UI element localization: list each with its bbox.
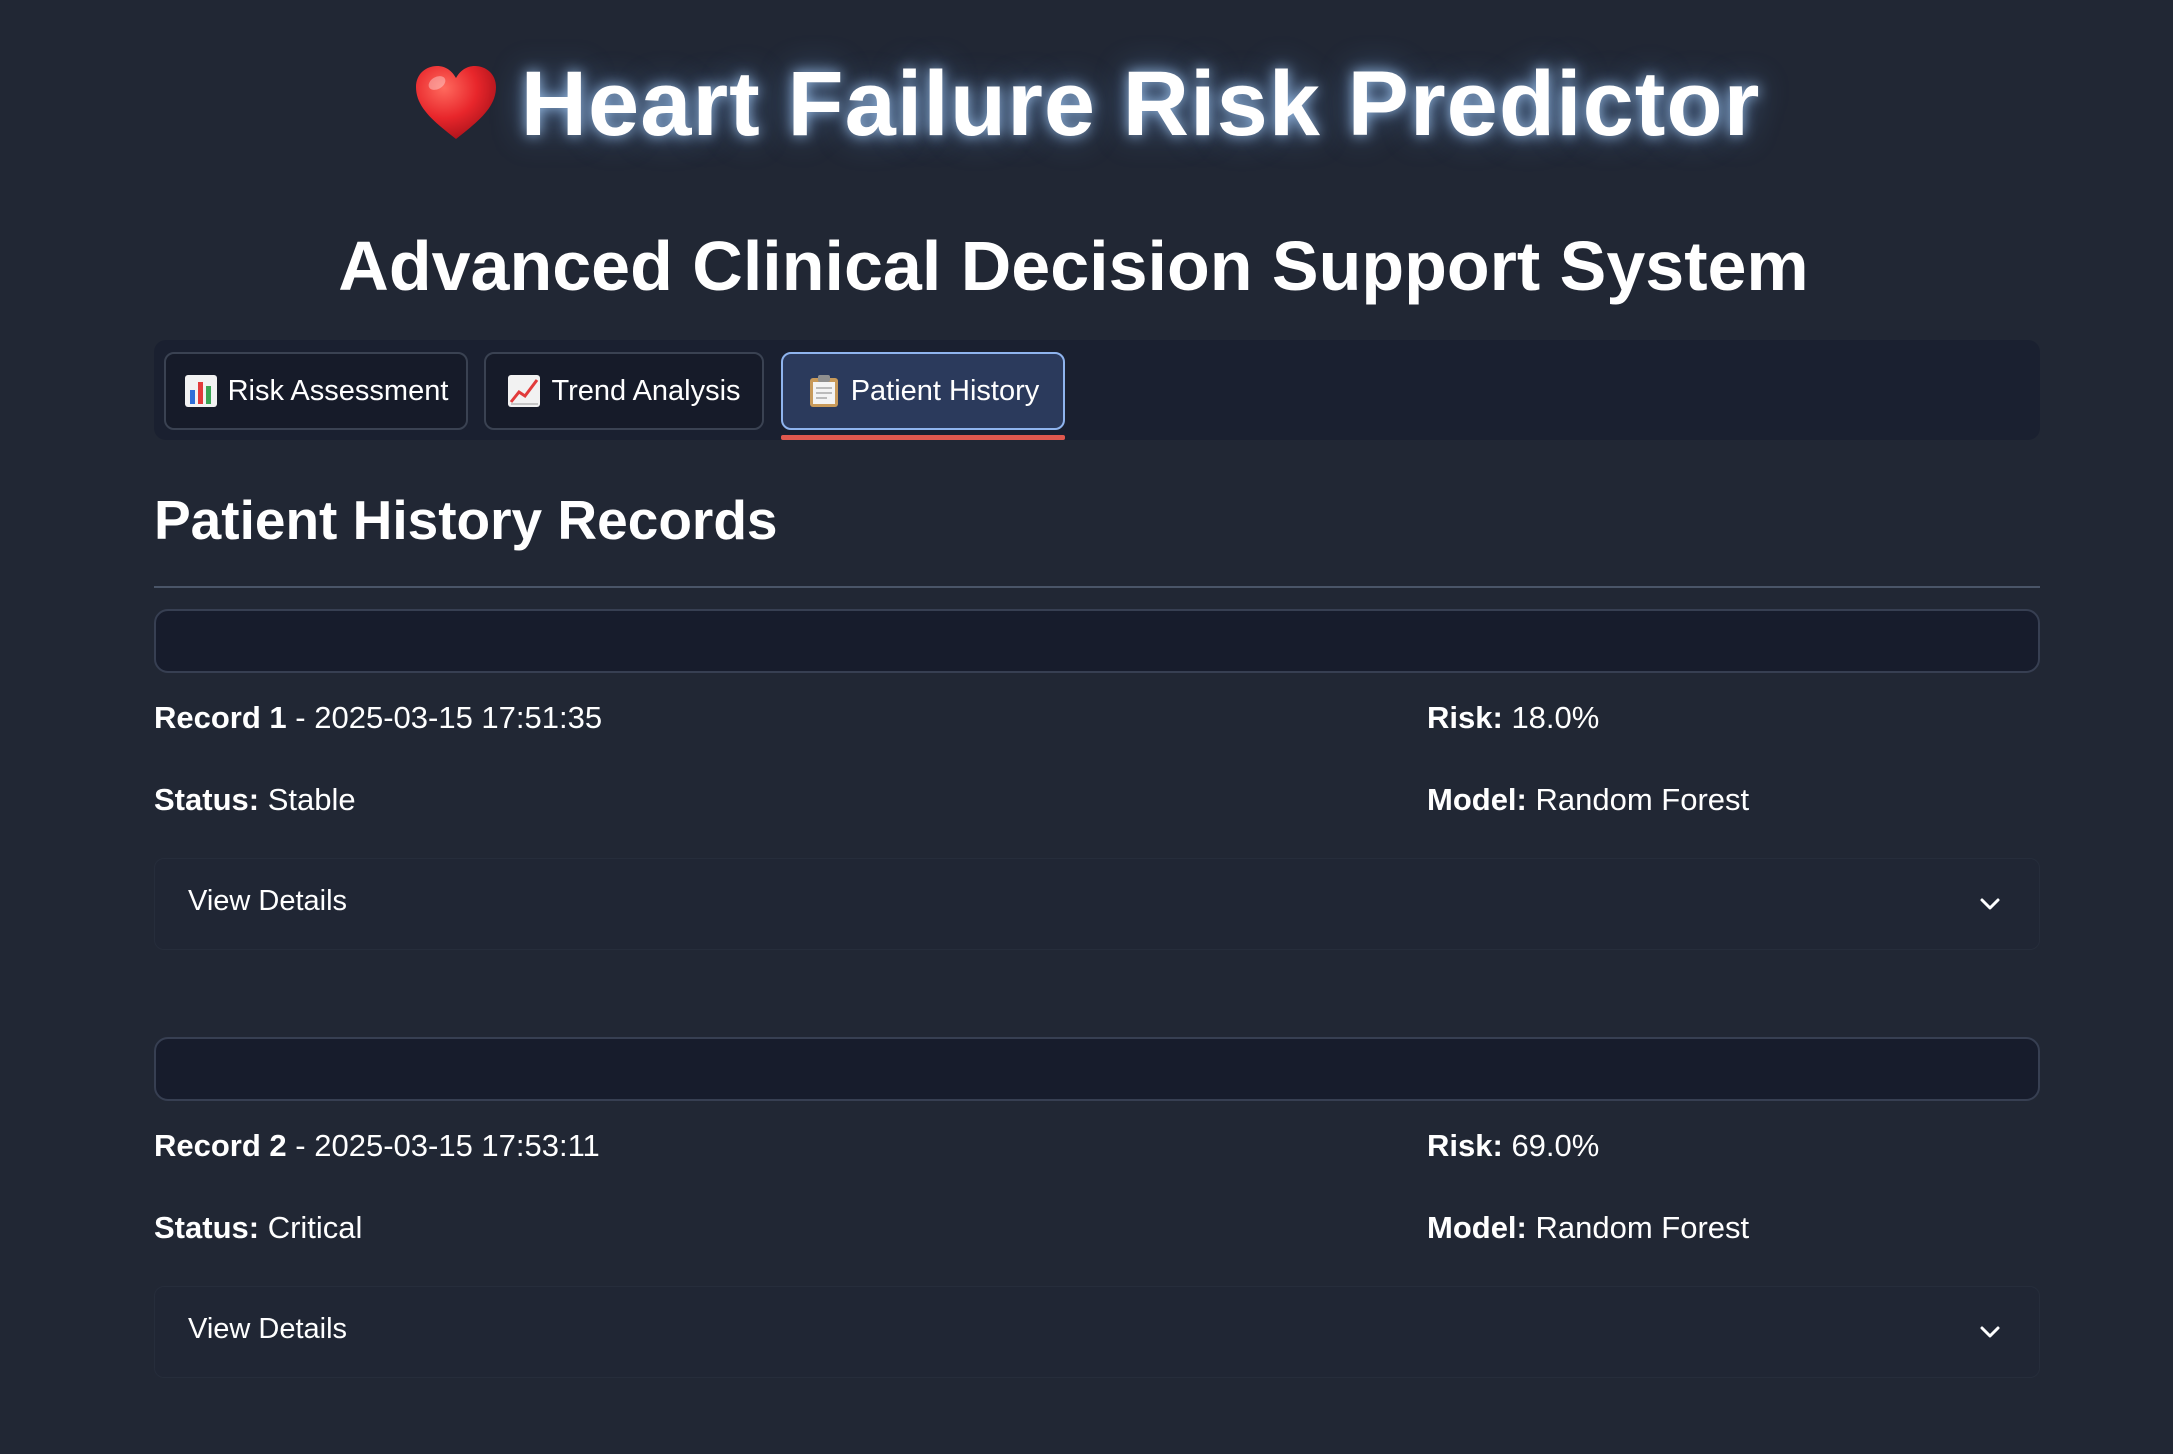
chevron-down-icon bbox=[1977, 1319, 2003, 1345]
record-risk: Risk: 18.0% bbox=[1427, 700, 1599, 736]
tab-bar: Risk Assessment Trend Analysis Patient H… bbox=[154, 340, 2040, 440]
tab-risk-assessment[interactable]: Risk Assessment bbox=[164, 352, 468, 430]
chevron-down-icon bbox=[1977, 891, 2003, 917]
app-title: Heart Failure Risk Predictor bbox=[0, 52, 2173, 165]
risk-value: 69.0% bbox=[1511, 1128, 1600, 1163]
risk-value: 18.0% bbox=[1511, 700, 1600, 735]
status-value: Stable bbox=[267, 782, 356, 817]
record-separator: - bbox=[286, 700, 315, 735]
app-subtitle: Advanced Clinical Decision Support Syste… bbox=[338, 227, 1809, 305]
tab-patient-history[interactable]: Patient History bbox=[781, 352, 1065, 430]
status-label: Status: bbox=[154, 782, 260, 817]
model-label: Model: bbox=[1427, 782, 1527, 817]
trend-chart-icon bbox=[507, 374, 541, 408]
model-value: Random Forest bbox=[1535, 782, 1750, 817]
record-risk: Risk: 69.0% bbox=[1427, 1128, 1599, 1164]
risk-label: Risk: bbox=[1427, 1128, 1503, 1163]
active-tab-indicator bbox=[781, 435, 1065, 440]
view-details-label: View Details bbox=[188, 1313, 348, 1345]
tab-label: Risk Assessment bbox=[227, 374, 449, 407]
app-page: Heart Failure Risk Predictor Advanced Cl… bbox=[0, 0, 2173, 1454]
record-status: Status: Critical bbox=[154, 1210, 362, 1246]
section-divider bbox=[154, 586, 2040, 588]
tab-label: Trend Analysis bbox=[551, 374, 741, 407]
record-model: Model: Random Forest bbox=[1427, 1210, 1749, 1246]
record-model: Model: Random Forest bbox=[1427, 782, 1749, 818]
record-label: Record 1 bbox=[154, 700, 287, 735]
view-details-expander[interactable]: View Details bbox=[154, 858, 2040, 950]
app-title-text: Heart Failure Risk Predictor bbox=[520, 53, 1761, 155]
risk-label: Risk: bbox=[1427, 700, 1503, 735]
record-header-bar bbox=[154, 609, 2040, 673]
heart-icon bbox=[413, 60, 499, 165]
record-timestamp: 2025-03-15 17:53:11 bbox=[314, 1128, 600, 1163]
view-details-expander[interactable]: View Details bbox=[154, 1286, 2040, 1378]
tab-label: Patient History bbox=[850, 374, 1040, 407]
record-separator: - bbox=[286, 1128, 315, 1163]
status-value: Critical bbox=[267, 1210, 363, 1245]
status-label: Status: bbox=[154, 1210, 260, 1245]
section-title: Patient History Records bbox=[154, 489, 778, 551]
view-details-label: View Details bbox=[188, 885, 348, 917]
record-timestamp: 2025-03-15 17:51:35 bbox=[314, 700, 603, 735]
tab-trend-analysis[interactable]: Trend Analysis bbox=[484, 352, 764, 430]
record-title: Record 2 - 2025-03-15 17:53:11 bbox=[154, 1128, 600, 1164]
record-label: Record 2 bbox=[154, 1128, 287, 1163]
bar-chart-icon bbox=[184, 374, 218, 408]
record-title: Record 1 - 2025-03-15 17:51:35 bbox=[154, 700, 602, 736]
record-status: Status: Stable bbox=[154, 782, 356, 818]
model-label: Model: bbox=[1427, 1210, 1527, 1245]
clipboard-icon bbox=[807, 374, 841, 408]
record-header-bar bbox=[154, 1037, 2040, 1101]
model-value: Random Forest bbox=[1535, 1210, 1750, 1245]
